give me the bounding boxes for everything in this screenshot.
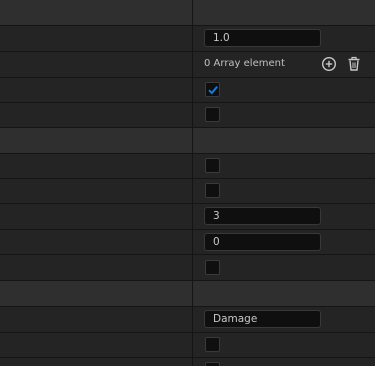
name-value-input[interactable]: Damage <box>204 310 321 328</box>
property-row-bool-6 <box>0 333 375 358</box>
property-row-bool-4 <box>0 179 375 204</box>
checkbox-unchecked[interactable] <box>205 183 220 198</box>
property-row-name: Damage <box>0 307 375 333</box>
details-panel: 1.0 0 Array element 3 0 Damage <box>0 0 375 366</box>
property-row-bool-3 <box>0 154 375 179</box>
checkbox-unchecked[interactable] <box>205 107 220 122</box>
checkbox-unchecked[interactable] <box>205 158 220 173</box>
section-header-row[interactable] <box>0 281 375 307</box>
array-element-count: 0 Array element <box>204 58 285 69</box>
column-splitter[interactable] <box>192 0 193 366</box>
property-row-bool-1 <box>0 78 375 103</box>
section-header-row[interactable] <box>0 128 375 154</box>
property-row-bool-5 <box>0 255 375 281</box>
checkmark-icon <box>208 85 218 95</box>
int-value-input[interactable]: 0 <box>204 233 321 251</box>
property-row-int-1: 3 <box>0 204 375 230</box>
checkbox-unchecked[interactable] <box>205 362 220 366</box>
section-header-row[interactable] <box>0 0 375 26</box>
trash-icon[interactable] <box>346 56 362 72</box>
property-row-array: 0 Array element <box>0 52 375 78</box>
property-row-int-2: 0 <box>0 230 375 255</box>
float-value-input[interactable]: 1.0 <box>204 29 321 47</box>
property-row-bool-2 <box>0 103 375 128</box>
int-value-input[interactable]: 3 <box>204 207 321 225</box>
property-row-float: 1.0 <box>0 26 375 52</box>
plus-circle-icon[interactable] <box>321 56 337 72</box>
checkbox-unchecked[interactable] <box>205 337 220 352</box>
property-row-partial <box>0 358 375 366</box>
checkbox-checked[interactable] <box>205 82 220 97</box>
checkbox-unchecked[interactable] <box>205 260 220 275</box>
